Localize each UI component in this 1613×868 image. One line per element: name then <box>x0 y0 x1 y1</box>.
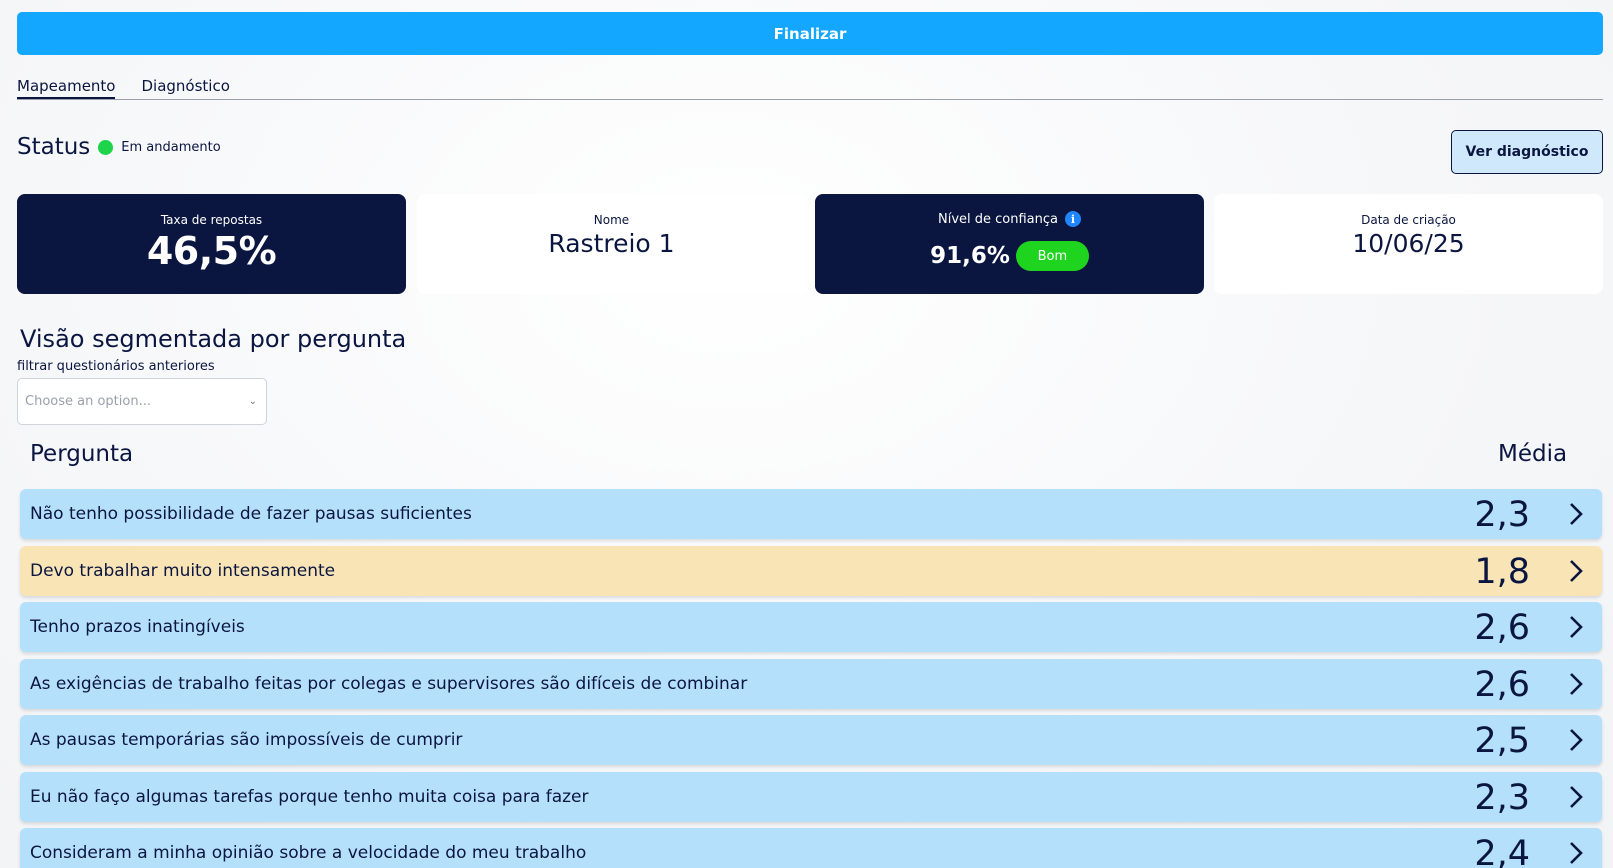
question-row[interactable]: Devo trabalhar muito intensamente 1,8 <box>20 545 1602 596</box>
view-diagnosis-button[interactable]: Ver diagnóstico <box>1451 130 1603 174</box>
filter-select-placeholder: Choose an option... <box>25 394 151 409</box>
chevron-down-icon: ⌄ <box>248 396 257 407</box>
status-value: Em andamento <box>121 139 221 155</box>
section-title: Visão segmentada por pergunta <box>20 325 407 353</box>
info-icon[interactable]: i <box>1065 211 1081 227</box>
status-title: Status <box>17 134 91 160</box>
question-row[interactable]: Tenho prazos inatingíveis 2,6 <box>20 602 1602 652</box>
filter-label: filtrar questionários anteriores <box>17 359 215 374</box>
confidence-label: Nível de confiança <box>937 211 1058 227</box>
question-list: Não tenho possibilidade de fazer pausas … <box>20 489 1602 868</box>
column-header-average: Média <box>1498 441 1568 467</box>
question-text: Não tenho possibilidade de fazer pausas … <box>30 504 472 524</box>
name-value: Rastreio 1 <box>548 229 675 258</box>
response-rate-label: Taxa de repostas <box>160 213 263 227</box>
tab-bar: Mapeamento Diagnóstico <box>17 77 1603 100</box>
confidence-badge: Bom <box>1015 241 1089 271</box>
question-row[interactable]: Não tenho possibilidade de fazer pausas … <box>20 489 1602 539</box>
question-row[interactable]: Eu não faço algumas tarefas porque tenho… <box>20 771 1602 822</box>
question-average: 2,5 <box>1474 721 1530 761</box>
question-text: As pausas temporárias são impossíveis de… <box>30 730 463 750</box>
question-average: 1,8 <box>1474 551 1530 592</box>
name-card: Nome Rastreio 1 <box>417 194 806 294</box>
question-average: 2,4 <box>1474 834 1530 868</box>
question-text: Tenho prazos inatingíveis <box>30 617 245 637</box>
question-row[interactable]: As exigências de trabalho feitas por col… <box>20 658 1602 709</box>
question-average: 2,6 <box>1474 608 1530 648</box>
chevron-right-icon[interactable] <box>1564 728 1588 752</box>
created-date-card: Data de criação 10/06/25 <box>1214 194 1603 294</box>
question-row[interactable]: Consideram a minha opinião sobre a veloc… <box>20 828 1602 868</box>
confidence-value: 91,6% <box>930 243 1010 269</box>
tab-diagnostico[interactable]: Diagnóstico <box>141 77 229 99</box>
question-text: As exigências de trabalho feitas por col… <box>30 673 748 694</box>
question-text: Eu não faço algumas tarefas porque tenho… <box>30 786 589 807</box>
response-rate-value: 46,5% <box>146 229 277 273</box>
chevron-right-icon[interactable] <box>1564 502 1588 526</box>
chevron-right-icon[interactable] <box>1564 841 1588 865</box>
question-row[interactable]: As pausas temporárias são impossíveis de… <box>20 715 1602 765</box>
finalize-button[interactable]: Finalizar <box>17 12 1603 55</box>
chevron-right-icon[interactable] <box>1564 615 1588 639</box>
question-text: Consideram a minha opinião sobre a veloc… <box>30 843 587 863</box>
column-header-question: Pergunta <box>30 441 134 467</box>
chevron-right-icon[interactable] <box>1564 672 1588 696</box>
question-average: 2,3 <box>1474 495 1530 535</box>
confidence-card: Nível de confiança i 91,6% Bom <box>815 194 1204 294</box>
status-row: Status Em andamento <box>17 134 221 160</box>
response-rate-card: Taxa de repostas 46,5% <box>17 194 406 294</box>
tab-mapeamento[interactable]: Mapeamento <box>17 77 116 99</box>
question-average: 2,3 <box>1474 777 1530 818</box>
chevron-right-icon[interactable] <box>1564 559 1588 583</box>
question-text: Devo trabalhar muito intensamente <box>30 560 336 581</box>
name-label: Nome <box>593 213 630 227</box>
created-date-value: 10/06/25 <box>1352 229 1465 258</box>
filter-select[interactable]: Choose an option... ⌄ <box>17 378 267 425</box>
question-average: 2,6 <box>1474 664 1530 705</box>
chevron-right-icon[interactable] <box>1564 785 1588 809</box>
created-date-label: Data de criação <box>1361 213 1456 227</box>
status-dot-icon <box>98 139 114 155</box>
